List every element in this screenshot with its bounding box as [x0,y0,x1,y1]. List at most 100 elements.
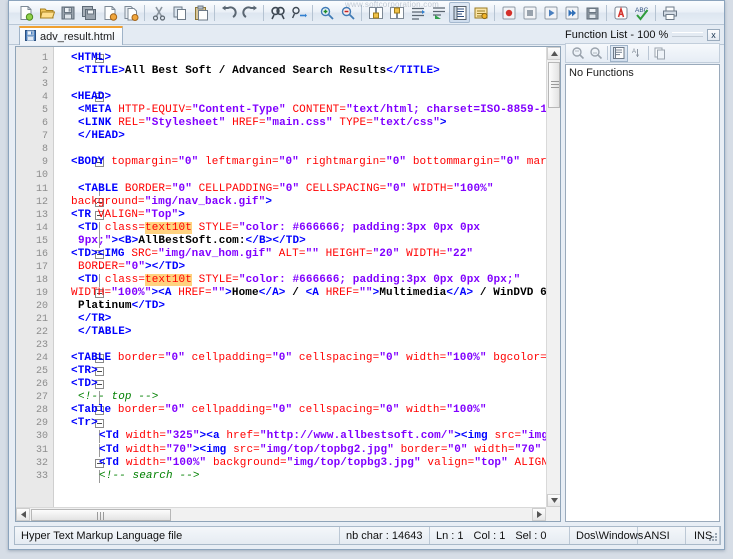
save-all-icon[interactable] [78,2,99,23]
code-text-area[interactable]: 1 2 3 4 5 6 7 8 9 10 11 12 13 14 15 16 17 18 19 20 21 22 23 24 2… [16,47,546,507]
scroll-down-button[interactable] [547,494,560,507]
copy-functions-icon[interactable] [651,45,669,62]
code-line[interactable]: <TABLE BORDER="0" CELLPADDING="0" CELLSP… [71,183,494,196]
toolbar-separator [494,4,495,21]
line-number: 3 [41,79,48,91]
resize-grip-icon[interactable] [708,532,718,542]
code-line[interactable]: </HEAD> [71,130,125,143]
close-icon[interactable]: x [707,28,720,41]
play-macro-icon[interactable] [540,2,561,23]
tab-adv-result-html[interactable]: adv_result.html [19,26,123,45]
code-line[interactable]: <TD class=text10t STYLE="color: #666666;… [71,273,521,287]
code-line[interactable]: <TR VALIGN="Top"> [71,209,185,222]
sort-functions-icon[interactable] [569,45,587,62]
code-token: BORDER= [78,260,125,273]
code-token: CELLPADDING= [198,182,280,195]
close-all-files-icon[interactable] [120,2,141,23]
code-token: valign= [427,456,475,469]
code-token: </HEAD> [78,130,125,143]
find-icon[interactable] [267,2,288,23]
code-line[interactable]: <Table border="0" cellpadding="0" cellsp… [71,404,487,417]
show-indent-guide-icon[interactable] [449,2,470,23]
new-file-icon[interactable] [15,2,36,23]
scrollbar-corner [546,507,560,521]
code-line[interactable]: <Td width="325"><a href="http://www.allb… [71,430,546,443]
show-all-chars-icon[interactable] [428,2,449,23]
code-line[interactable]: WIDTH="100%"><A HREF="">Home</A> / <A HR… [71,287,546,300]
undo-icon[interactable] [218,2,239,23]
copy-icon[interactable] [169,2,190,23]
editor-pane[interactable]: 1 2 3 4 5 6 7 8 9 10 11 12 13 14 15 16 17 18 19 20 21 22 23 24 2… [15,46,561,522]
scroll-up-button[interactable] [547,47,560,60]
horizontal-scroll-thumb[interactable] [31,509,171,521]
code-line[interactable]: <TR> [71,365,98,378]
close-file-icon[interactable] [99,2,120,23]
redo-icon[interactable] [239,2,260,23]
code-line[interactable]: <BODY topmargin="0" leftmargin="0" right… [71,156,546,169]
save-icon[interactable] [57,2,78,23]
scroll-left-button[interactable] [16,508,30,521]
save-macro-icon[interactable] [582,2,603,23]
code-token: <TR [71,208,98,221]
vertical-scroll-thumb[interactable] [548,62,560,108]
preferences-icon[interactable] [610,44,628,62]
code-line[interactable]: <TABLE border="0" cellpadding="0" cellsp… [71,352,546,365]
run-macro-multiple-icon[interactable] [561,2,582,23]
code-line[interactable]: <HEAD> [71,91,111,104]
replace-icon[interactable] [288,2,309,23]
code-line[interactable]: <TD class=text10t STYLE="color: #666666;… [71,221,480,235]
zoom-in-icon[interactable] [316,2,337,23]
code-line[interactable]: <!-- search --> [71,470,200,483]
code-line[interactable]: <TITLE>All Best Soft / Advanced Search R… [71,65,440,78]
code-token: "img/top/1 [521,430,546,443]
code-line[interactable]: <HTML> [71,52,111,65]
fold-margin[interactable] [54,47,104,507]
status-line: Ln : 1 [436,529,464,542]
record-macro-icon[interactable] [498,2,519,23]
stop-macro-icon[interactable] [519,2,540,23]
code-line[interactable]: <TD> [71,378,98,391]
code-token: "0" [272,352,293,365]
spell-check-icon[interactable]: ABC [631,2,652,23]
open-file-icon[interactable] [36,2,57,23]
line-number: 14 [35,222,48,234]
code-line[interactable]: <!-- top --> [71,391,158,404]
paste-icon[interactable] [190,2,211,23]
function-list-tree[interactable]: No Functions [565,64,720,522]
code-token: > [265,195,273,208]
code-line[interactable]: </TR> [71,313,112,326]
code-line[interactable]: <TD><IMG SRC="img/nav_hom.gif" ALT="" HE… [71,248,473,261]
zoom-out-icon[interactable] [337,2,358,23]
code-line[interactable]: <LINK REL="Stylesheet" HREF="main.css" T… [71,117,447,130]
code-line[interactable]: <Tr> [71,417,98,430]
user-defined-dialog-icon[interactable] [470,2,491,23]
code-token: "color: #666666; padding:3px 0px 0px 0px… [238,273,521,286]
editor-horizontal-scrollbar[interactable] [16,507,546,521]
code-line[interactable]: <Td width="70"><img src="img/top/topbg2.… [71,444,546,457]
code-line[interactable]: background="img/nav_back.gif"> [71,196,272,209]
scroll-right-button[interactable] [532,508,546,521]
code-line[interactable]: <META HTTP-EQUIV="Content-Type" CONTENT=… [71,104,546,117]
editor-vertical-scrollbar[interactable] [546,47,560,507]
code-token: <Td [99,443,126,456]
main-toolbar: ABC [9,1,724,25]
code-line[interactable]: BORDER="0"></TD> [71,261,185,274]
status-column: Col : 1 [473,529,506,542]
code-line[interactable]: 9px;"><B>AllBestSoft.com:</B></TD> [71,235,306,248]
print-icon[interactable] [659,2,680,23]
sync-vertical-scroll-icon[interactable] [365,2,386,23]
sync-horizontal-scroll-icon[interactable] [386,2,407,23]
code-token: > [225,286,232,299]
code-token: <TABLE [71,352,118,365]
cut-icon[interactable] [148,2,169,23]
code-token: <Tr> [71,417,98,430]
code-line[interactable]: </TABLE> [71,326,132,339]
code-line[interactable]: <Td width="100%" background="img/top/top… [71,457,546,470]
collapse-all-icon[interactable]: A [628,45,646,62]
reload-functions-icon[interactable] [587,45,605,62]
word-wrap-icon[interactable] [407,2,428,23]
code-line[interactable]: Platinum</TD> [71,300,165,313]
run-icon[interactable] [610,2,631,23]
